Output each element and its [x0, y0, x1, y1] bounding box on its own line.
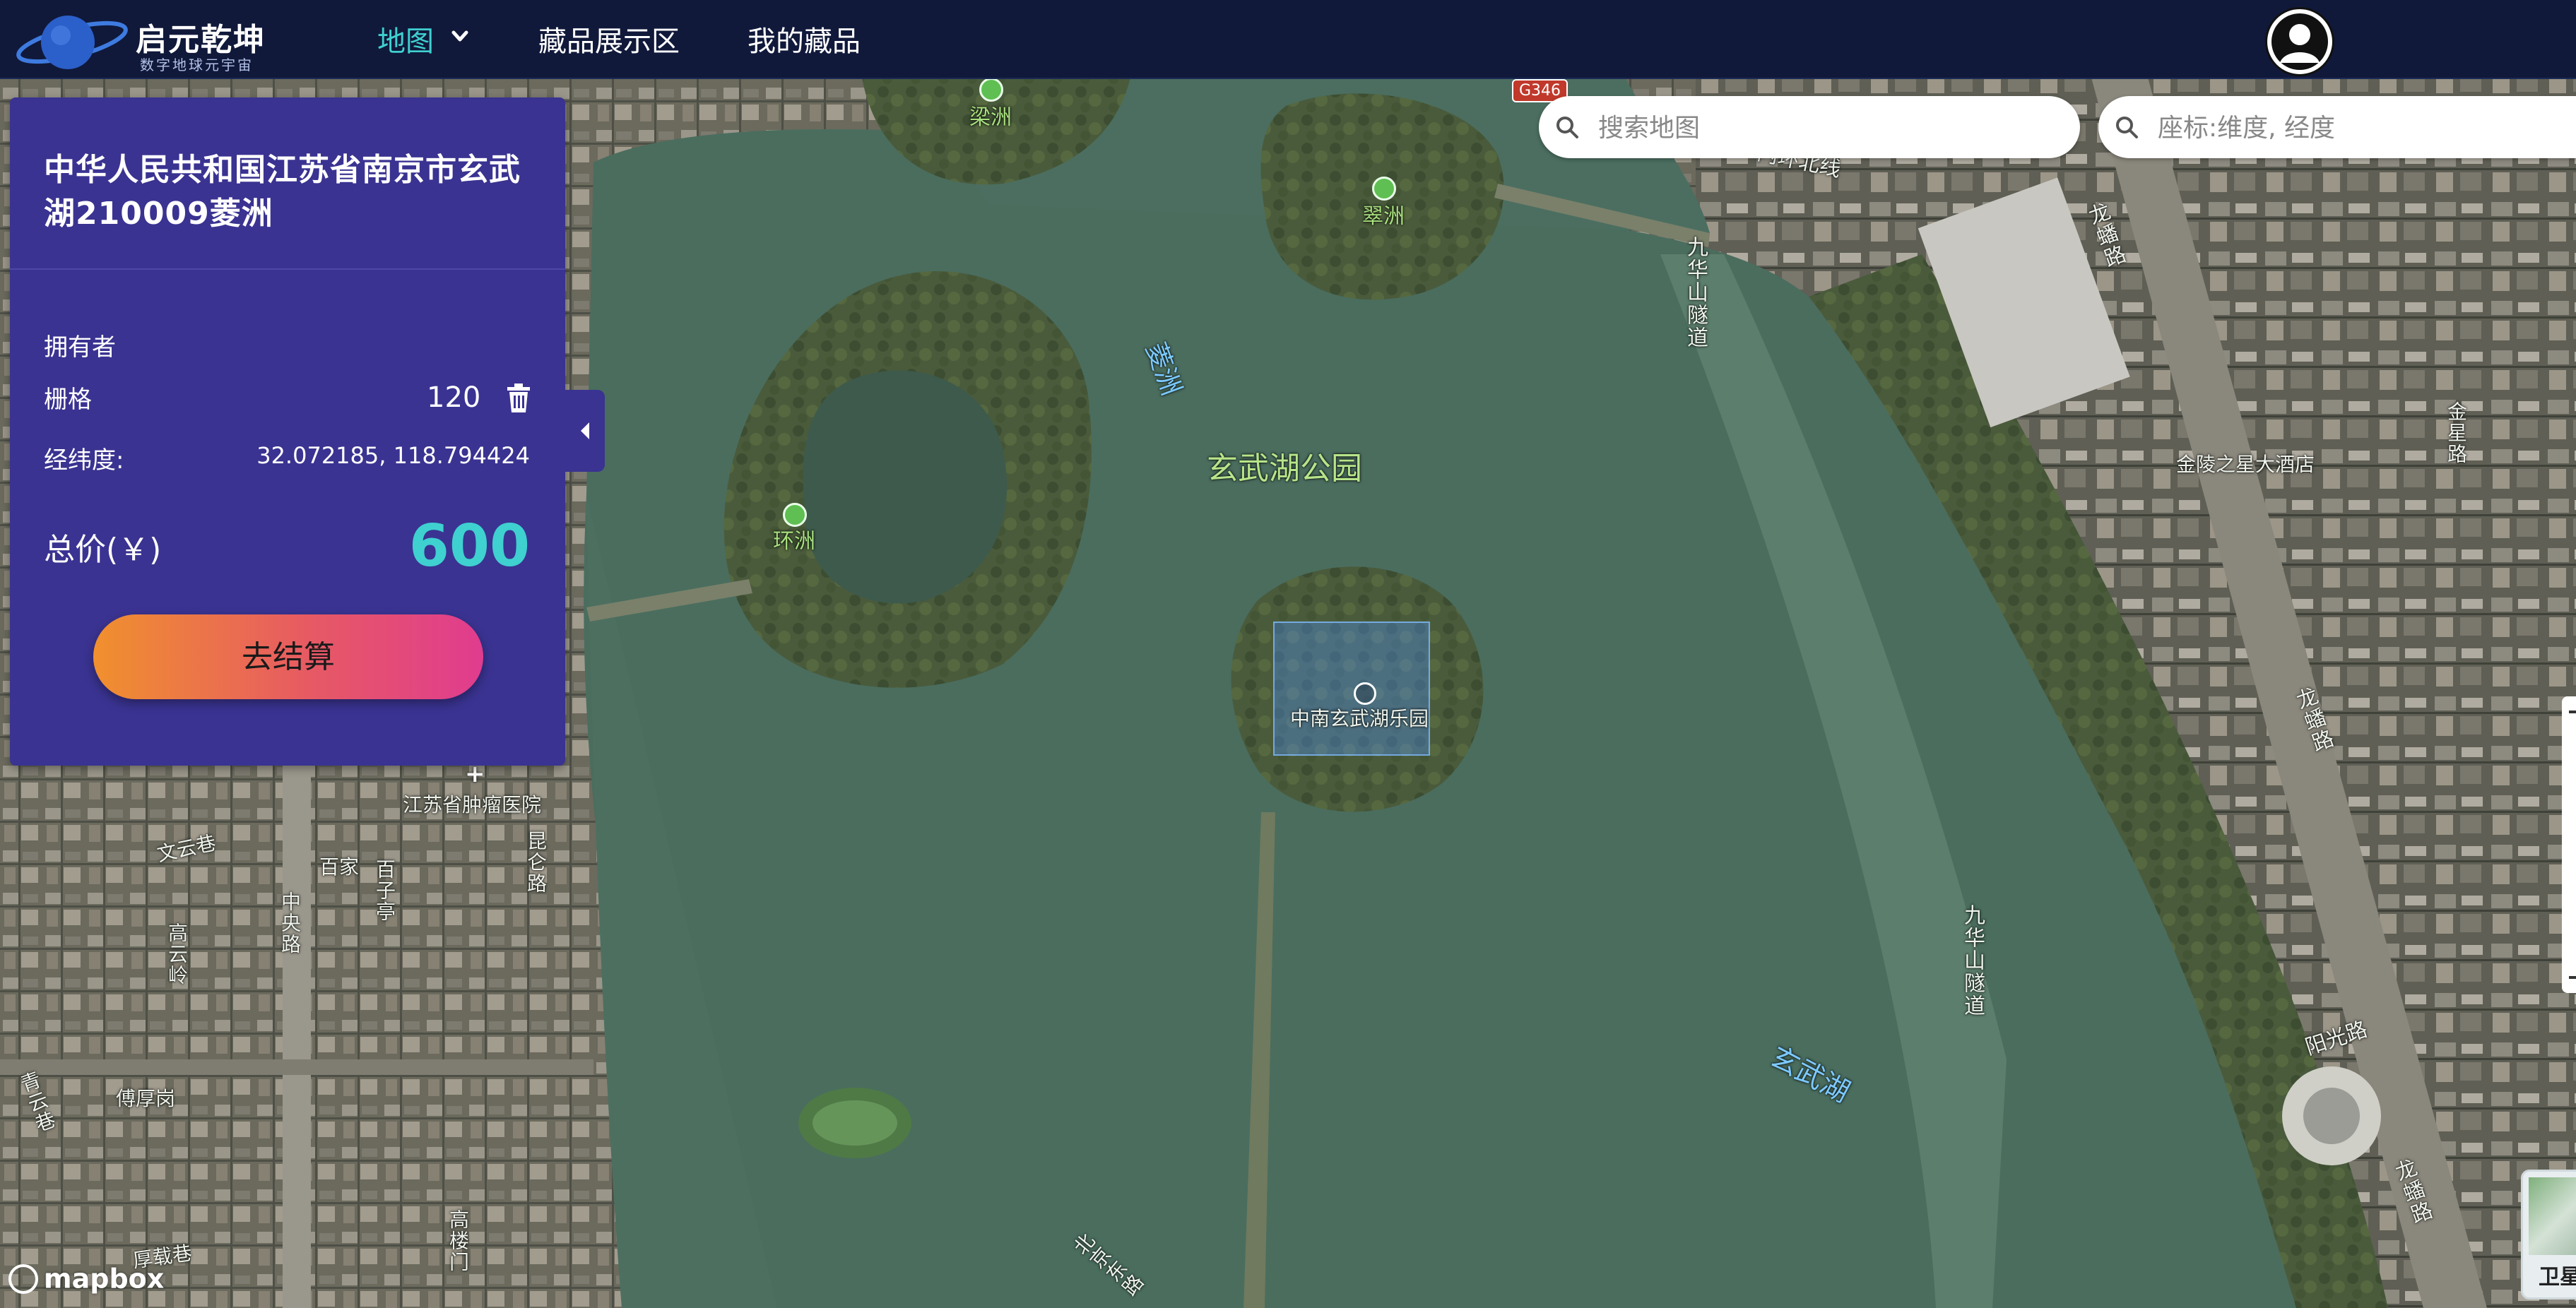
panel-divider [10, 268, 565, 270]
chevron-down-icon[interactable] [449, 25, 471, 47]
location-pin-icon[interactable] [1354, 682, 1376, 705]
map-label-kunlunlu: 昆仑路 [524, 831, 548, 894]
mapbox-logo-text: mapbox [44, 1263, 165, 1295]
top-navigation-bar: 启元乾坤 数字地球元宇宙 地图 藏品展示区 我的藏品 [0, 0, 2576, 79]
map-search-input[interactable] [1597, 106, 2063, 150]
coordinates-value: 32.072185, 118.794424 [256, 442, 530, 469]
zoom-control[interactable] [2562, 696, 2576, 993]
trash-icon[interactable] [504, 383, 533, 414]
park-pin-icon[interactable] [1372, 177, 1396, 201]
map-label-gaoyunling: 高云岭 [165, 922, 189, 986]
map-label-gaoloumen: 高楼门 [447, 1209, 470, 1273]
panel-collapse-button[interactable] [565, 390, 605, 472]
app-logo[interactable]: 启元乾坤 数字地球元宇宙 [16, 6, 270, 73]
map-label-hospital[interactable]: 江苏省肿瘤医院 [403, 795, 541, 815]
app-logo-title: 启元乾坤 [136, 22, 266, 58]
search-icon [2116, 117, 2138, 138]
search-icon [1556, 117, 1578, 138]
map-label-park[interactable]: 玄武湖公园 [1207, 453, 1362, 484]
map-label-baijia[interactable]: 百家 [319, 857, 359, 877]
layer-switch-label: 卫星 [2539, 1265, 2576, 1290]
caret-left-icon [581, 422, 589, 439]
checkout-button[interactable]: 去结算 [93, 614, 483, 699]
selected-grid-marker[interactable] [1273, 622, 1430, 756]
zoom-in-icon[interactable] [2569, 711, 2576, 713]
mapbox-attribution-logo[interactable]: mapbox [8, 1261, 164, 1297]
nav-item-collection-display[interactable]: 藏品展示区 [538, 18, 680, 59]
layer-switch-button[interactable]: 卫星 [2521, 1170, 2576, 1300]
map-label-jiuhuashan-tunnel: 九华山隧道 [1683, 236, 1708, 349]
map-label-huanzhou[interactable]: 环洲 [773, 531, 815, 552]
map-label-baiziting: 百子亭 [373, 859, 396, 922]
map-label-hotel[interactable]: 金陵之星大酒店 [2176, 455, 2315, 475]
park-pin-icon[interactable] [979, 78, 1003, 102]
nav-item-map[interactable]: 地图 [377, 18, 434, 59]
total-price-value: 600 [408, 513, 530, 580]
map-label-fuhougang: 傅厚岗 [116, 1087, 176, 1110]
mapbox-logo-icon [8, 1264, 38, 1294]
planet-logo-icon [16, 16, 128, 69]
app-root: G346 梁洲 翠洲 环洲 菱洲 玄武湖公园 中南玄武湖乐园 玄武湖 九华山隧道… [0, 0, 2576, 1308]
coordinate-search-input[interactable] [2156, 106, 2576, 150]
user-avatar-button[interactable] [2265, 7, 2334, 76]
map-label-jiuhuashan-tunnel: 九华山隧道 [1960, 904, 1985, 1017]
grid-count-value: 120 [427, 381, 481, 414]
user-avatar-icon [2271, 13, 2328, 70]
satellite-thumbnail-icon [2529, 1177, 2576, 1255]
zoom-out-icon[interactable] [2569, 976, 2576, 979]
total-price-label: 总价(￥) [44, 532, 162, 568]
map-label-amusement[interactable]: 中南玄武湖乐园 [1290, 709, 1429, 729]
grid-label: 栅格 [44, 386, 92, 414]
coordinates-label: 经纬度: [44, 446, 124, 475]
park-pin-icon[interactable] [783, 503, 807, 527]
map-label-jinxinglu: 金星路 [2445, 401, 2468, 465]
owner-label: 拥有者 [44, 333, 116, 362]
map-label-cuizhou[interactable]: 翠洲 [1362, 206, 1405, 227]
map-search-box[interactable] [1539, 96, 2080, 158]
map-label-liangzhou[interactable]: 梁洲 [969, 107, 1012, 129]
map-label-zhongyanglu: 中央路 [278, 891, 302, 955]
app-logo-subtitle: 数字地球元宇宙 [140, 57, 254, 73]
parcel-info-panel: 中华人民共和国江苏省南京市玄武湖210009菱洲 拥有者 栅格 120 经纬度:… [10, 97, 565, 766]
coordinate-search-box[interactable] [2098, 96, 2576, 158]
nav-item-my-collection[interactable]: 我的藏品 [748, 18, 861, 59]
parcel-address: 中华人民共和国江苏省南京市玄武湖210009菱洲 [44, 152, 521, 232]
